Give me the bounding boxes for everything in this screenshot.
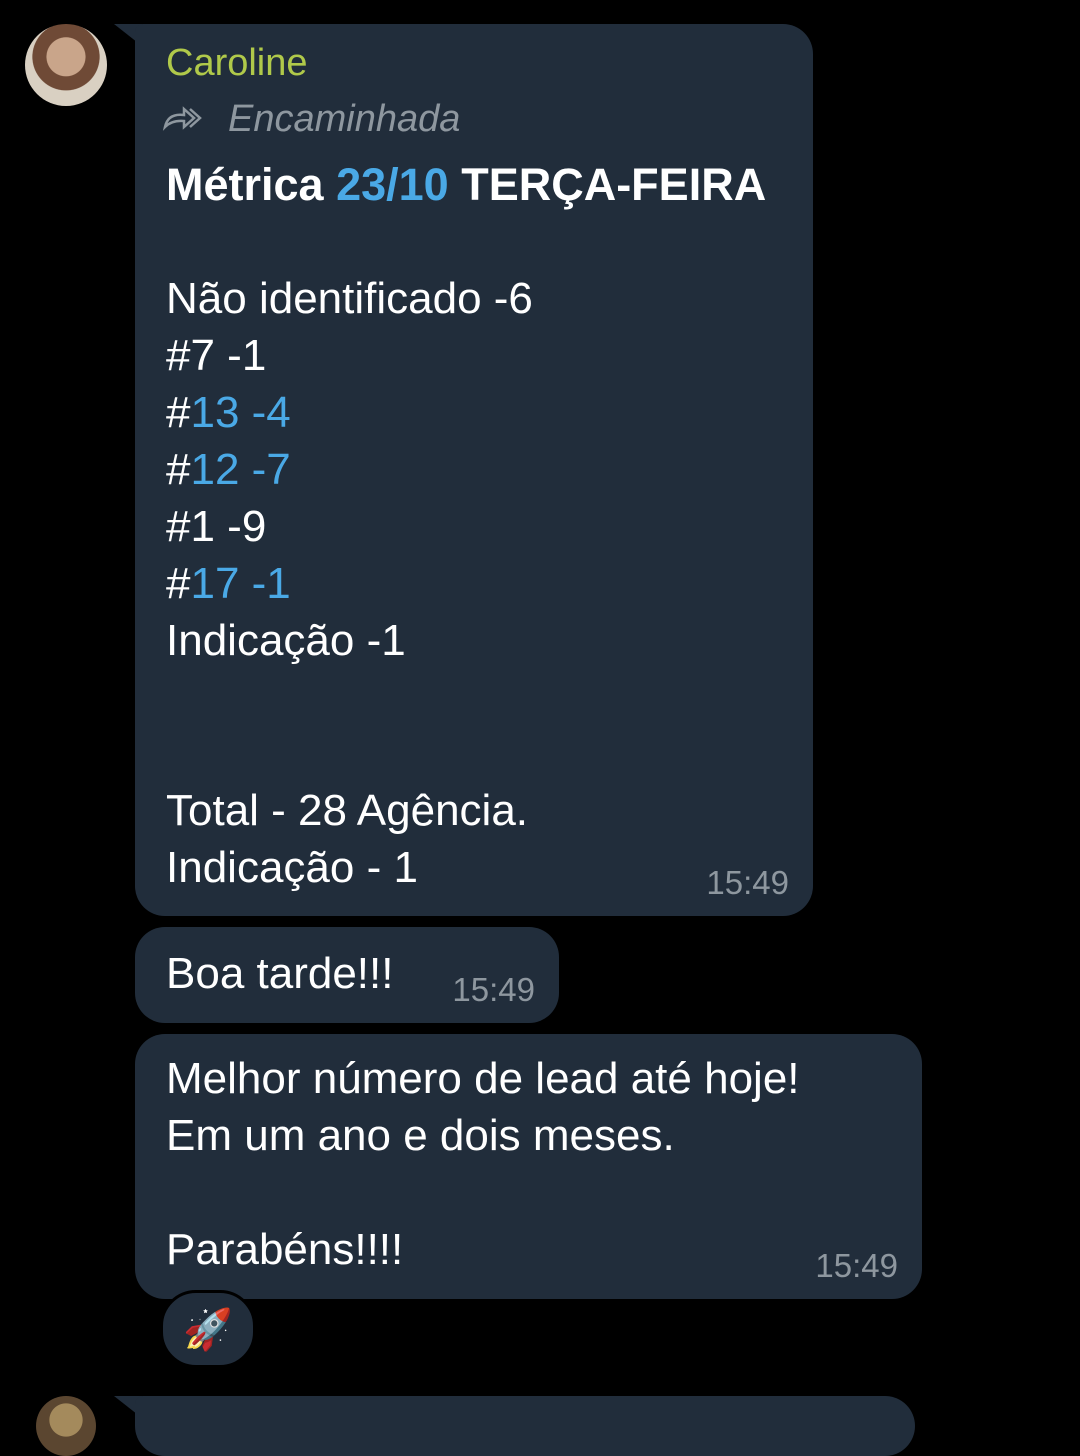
phone-link[interactable]: 17 -1 <box>190 559 290 608</box>
message-time: 15:49 <box>706 864 789 901</box>
message-title: Métrica 23/10 TERÇA-FEIRA <box>166 159 767 210</box>
metric-line: #17 -1 <box>166 559 291 608</box>
next-sender-avatar[interactable] <box>36 1396 96 1456</box>
rocket-reaction[interactable]: 🚀 <box>160 1290 256 1368</box>
metric-line: Indicação -1 <box>166 616 406 665</box>
sender-name[interactable]: Caroline <box>166 42 308 85</box>
indicacao-line: Indicação - 1 <box>166 843 418 892</box>
message-time: 15:49 <box>452 971 535 1008</box>
message-text: Melhor número de lead até hoje! <box>166 1054 800 1103</box>
metric-line: #12 -7 <box>166 445 291 494</box>
metric-line: #13 -4 <box>166 388 291 437</box>
metric-line: #1 -9 <box>166 502 267 551</box>
forward-arrow-icon <box>162 105 202 131</box>
message-text: Boa tarde!!! <box>166 949 394 998</box>
total-line: Total - 28 Agência. <box>166 786 529 835</box>
message-text: Parabéns!!!! <box>166 1225 404 1274</box>
message-bubble-greeting[interactable]: Boa tarde!!! 15:49 <box>135 927 559 1023</box>
phone-link[interactable]: 12 -7 <box>190 445 290 494</box>
sender-avatar[interactable] <box>25 24 107 106</box>
date-link[interactable]: 23/10 <box>336 159 449 210</box>
message-bubble-metrics[interactable]: Caroline Encaminhada Métrica 23/10 TERÇA… <box>135 24 813 916</box>
metric-line: Não identificado -6 <box>166 274 533 323</box>
forwarded-label: Encaminhada <box>228 98 461 140</box>
message-bubble-congrats[interactable]: Melhor número de lead até hoje! Em um an… <box>135 1034 922 1299</box>
message-text: Em um ano e dois meses. <box>166 1111 675 1160</box>
phone-link[interactable]: 13 -4 <box>190 388 290 437</box>
rocket-icon: 🚀 <box>183 1307 233 1352</box>
metric-line: #7 -1 <box>166 331 267 380</box>
forwarded-indicator: Encaminhada <box>162 98 460 141</box>
next-message-bubble[interactable] <box>135 1396 915 1456</box>
message-time: 15:49 <box>815 1247 898 1284</box>
